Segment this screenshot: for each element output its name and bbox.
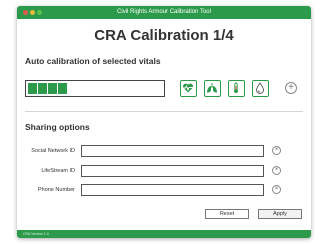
clear-phone-number-button[interactable]: × [272,185,281,194]
social-network-id-field[interactable] [81,145,264,157]
reset-button[interactable]: Reset [205,209,249,219]
status-bar: CRA Version 1.0 [17,230,311,238]
thermometer-icon [234,82,238,93]
add-vital-button[interactable]: + [285,82,297,94]
title-bar[interactable]: Civil Rights Armour Calibration Tool [17,6,311,19]
close-icon: × [274,167,279,173]
social-network-id-label: Social Network ID [31,148,75,154]
page-title: CRA Calibration 1/4 [94,27,234,44]
lifestream-id-label: LifeStream ID [41,168,75,174]
sweat-drop-icon [256,82,264,94]
close-icon: × [274,186,279,192]
plus-circle-icon: + [288,82,294,93]
progress-segment [38,83,47,94]
clear-lifestream-id-button[interactable]: × [272,166,281,175]
calibration-section-title: Auto calibration of selected vitals [25,56,161,66]
vital-respiration-button[interactable] [204,80,221,97]
vital-temperature-button[interactable] [228,80,245,97]
progress-segment [28,83,37,94]
vital-heart-rate-button[interactable] [180,80,197,97]
lungs-icon [207,83,217,93]
progress-segment [48,83,57,94]
sharing-section-title: Sharing options [25,122,90,132]
vital-perspiration-button[interactable] [252,80,269,97]
clear-social-network-id-button[interactable]: × [272,146,281,155]
apply-button[interactable]: Apply [258,209,302,219]
heartbeat-icon [182,83,194,93]
app-window: Civil Rights Armour Calibration Tool CRA… [17,6,311,238]
section-divider [25,111,303,112]
window-title: Civil Rights Armour Calibration Tool [117,9,211,15]
phone-number-field[interactable] [81,184,264,196]
progress-segment [58,83,67,94]
lifestream-id-field[interactable] [81,165,264,177]
version-label: CRA Version 1.0 [23,232,49,236]
phone-number-label: Phone Number [38,187,75,193]
calibration-progress-bar [25,80,165,97]
close-icon: × [274,147,279,153]
